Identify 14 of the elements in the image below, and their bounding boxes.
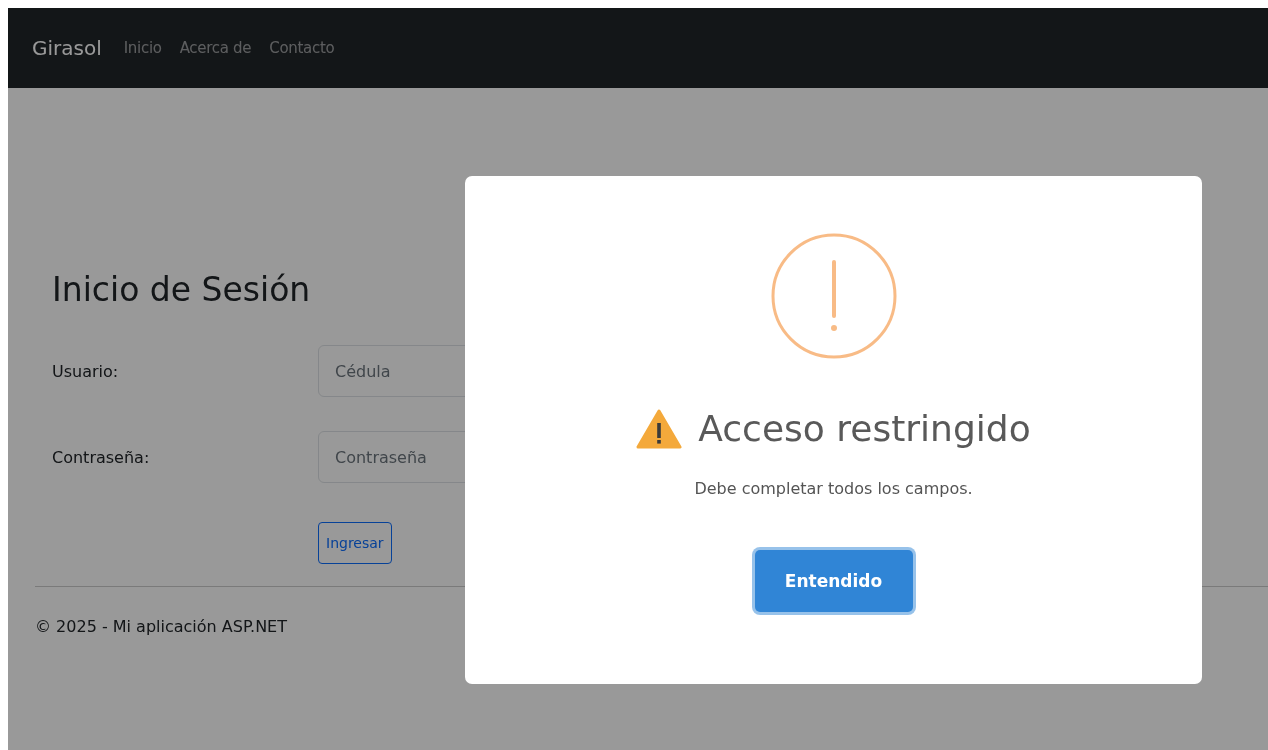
nav-link[interactable]: Contacto	[269, 39, 335, 57]
footer-text: © 2025 - Mi aplicación ASP.NET	[35, 617, 287, 636]
login-button[interactable]: Ingresar	[318, 522, 392, 564]
nav-link[interactable]: Acerca de	[179, 39, 252, 57]
field-label: Usuario:	[52, 361, 120, 381]
page-title: Inicio de Sesión	[52, 270, 312, 309]
dialog-message: Debe completar todos los campos.	[694, 479, 973, 498]
field-label: Contraseña:	[52, 447, 151, 467]
exclamation-circle-icon	[769, 232, 898, 360]
brand-link[interactable]: Girasol	[32, 36, 102, 60]
dialog-title: Acceso restringido	[698, 408, 1031, 449]
nav-link[interactable]: Inicio	[123, 39, 162, 57]
warning-icon	[636, 408, 683, 449]
confirm-button[interactable]: Entendido	[754, 550, 913, 612]
